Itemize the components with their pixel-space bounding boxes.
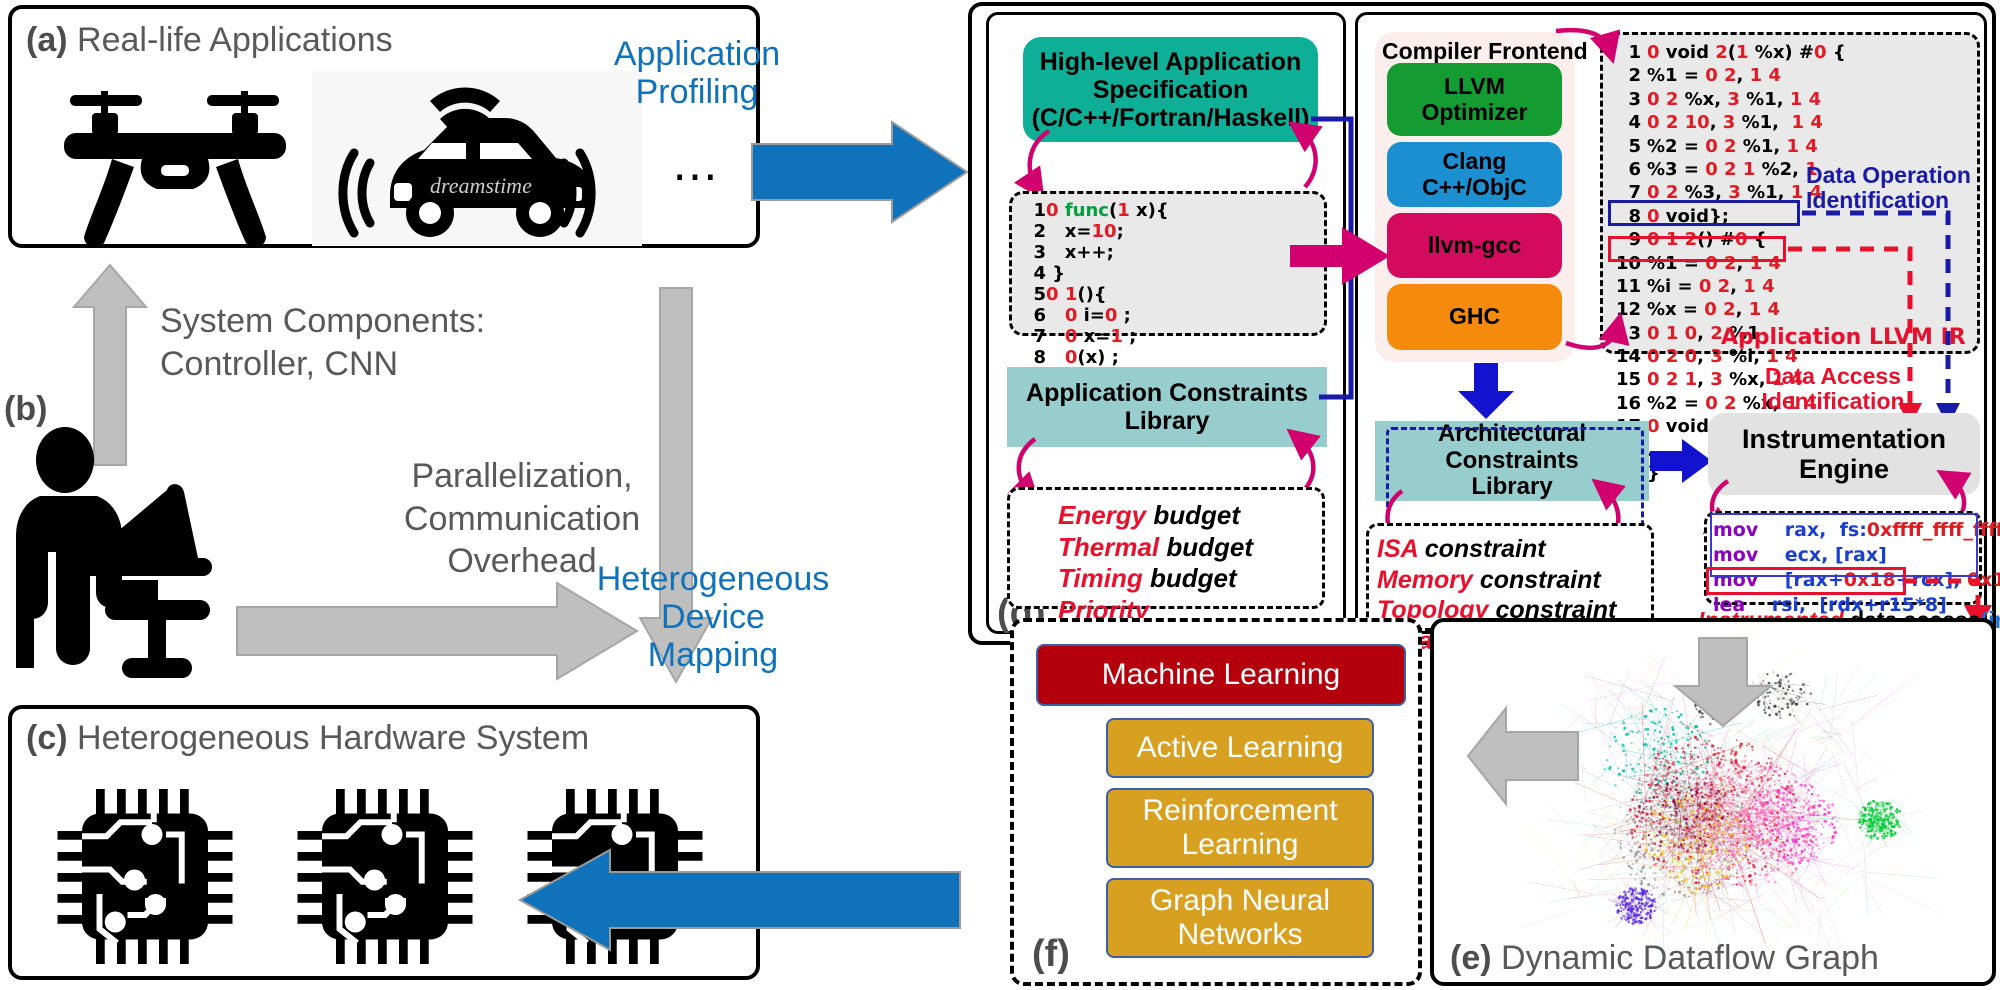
constraint-item: Thermal budget <box>1058 531 1254 562</box>
engine-to-graph-arrow <box>1672 637 1774 728</box>
panel-e-tag: (e) <box>1450 939 1492 977</box>
asm-red-highlight-box <box>1706 567 1906 595</box>
constraint-item: Timing budget <box>1058 563 1237 594</box>
code-line: 3 x++; <box>1033 242 1114 263</box>
code-line: 2 x=10; <box>1033 221 1124 242</box>
panel-d-compiler-pipeline: Compiler Frontend LLVM Optimizer Clang C… <box>1290 12 2000 691</box>
arch-constraint-item: Memory constraint <box>1377 565 1601 594</box>
panel-c-title: Heterogeneous Hardware System <box>77 719 590 757</box>
chip-icon <box>297 789 473 964</box>
stage-llvm-gcc: llvm-gcc <box>1387 213 1562 278</box>
ir-line: 10 void 2(1 %x) #0 { <box>1628 42 1846 63</box>
panel-f-tag: (f) <box>1032 933 1070 975</box>
person-at-laptop-icon <box>16 427 212 678</box>
panel-c-tag: (c) <box>26 719 68 757</box>
ir-line: 2 %1 = 0 2, 1 4 <box>1628 65 1781 87</box>
identification-connector-arrows <box>1788 210 1960 427</box>
constraint-item: Energy budget <box>1058 500 1241 530</box>
panel-a-tag: (a) <box>26 21 68 59</box>
data-operation-highlight-box <box>1608 200 1800 226</box>
svg-text:dreamstime: dreamstime <box>430 173 532 198</box>
arch-constraint-item: ISA constraint <box>1377 535 1546 563</box>
application-profiling-label: Application Profiling <box>613 35 781 112</box>
code-line: 8 0(x) ; <box>1033 347 1119 368</box>
application-profiling-arrow <box>751 120 969 224</box>
ir-line: 40 2 10, 3 %1, 1 4 <box>1628 112 1823 134</box>
panel-a-title: Real-life Applications <box>77 21 393 59</box>
ir-line: 5 %2 = 0 2 %1, 1 4 <box>1628 135 1818 157</box>
code-line: 50 1(){ <box>1033 284 1107 305</box>
architectural-constraints-items-box: ISA constraint Memory constraint Topology … <box>1366 523 1654 685</box>
panel-f-machine-learning: (f) Machine Learning Active Learning Rei… <box>1010 618 1422 986</box>
frontend-ir-loop-arrows <box>1555 27 1630 350</box>
method-reinforcement-learning[interactable]: Reinforcement Learning <box>1106 788 1374 868</box>
heterogeneous-device-mapping-label: Heterogeneous Device Mapping <box>596 560 830 675</box>
system-components-label: System Components: Controller, CNN <box>160 302 486 383</box>
frontend-to-arch-arrow <box>1458 363 1514 419</box>
stage-clang: Clang C++/ObjC <box>1387 142 1562 207</box>
machine-learning-header[interactable]: Machine Learning <box>1036 644 1406 706</box>
panel-e-caption: (e) Dynamic Dataflow Graph <box>1450 939 1879 978</box>
data-access-highlight-box <box>1608 236 1786 262</box>
heterogeneous-device-mapping-arrow <box>517 848 961 952</box>
parallelization-arrow <box>236 581 639 681</box>
c-source-code-block: 10 func(1 x){2 x=10; 3 x++; 4 } 5 0 1(){6 0 … <box>1009 191 1327 410</box>
application-constraints-items-box: Energy budget Thermal budget Timing budget… <box>1007 487 1325 657</box>
ir-line: 30 2 %x, 3 %1, 1 4 <box>1628 88 1822 110</box>
method-active-learning[interactable]: Active Learning <box>1106 718 1374 778</box>
stage-llvm-optimizer: LLVM Optimizer <box>1387 63 1562 136</box>
panel-e-title: Dynamic Dataflow Graph <box>1501 939 1879 977</box>
code-line: 10 func(1 x){ <box>1033 200 1169 221</box>
panel-d-specification: (d) High-level Application Specification… <box>986 12 1354 657</box>
method-graph-neural-networks[interactable]: Graph Neural Networks <box>1106 878 1374 958</box>
panel-c-caption: (c) Heterogeneous Hardware System <box>26 719 589 758</box>
drone-icon <box>64 91 286 248</box>
chip-icon <box>57 789 233 964</box>
code-line: 4 } <box>1033 263 1066 284</box>
code-to-frontend-arrow <box>1290 227 1390 285</box>
code-line: 7 0 x=1 ; <box>1033 326 1137 347</box>
graph-to-ml-arrow <box>1466 705 1579 807</box>
ellipsis-icon: ⋯ <box>672 150 722 202</box>
stage-ghc: GHC <box>1387 284 1562 350</box>
panel-a-caption: (a) Real-life Applications <box>26 21 393 60</box>
code-line: 6 0 i=0 ; <box>1033 305 1131 326</box>
panel-b-tag: (b) <box>4 390 48 428</box>
